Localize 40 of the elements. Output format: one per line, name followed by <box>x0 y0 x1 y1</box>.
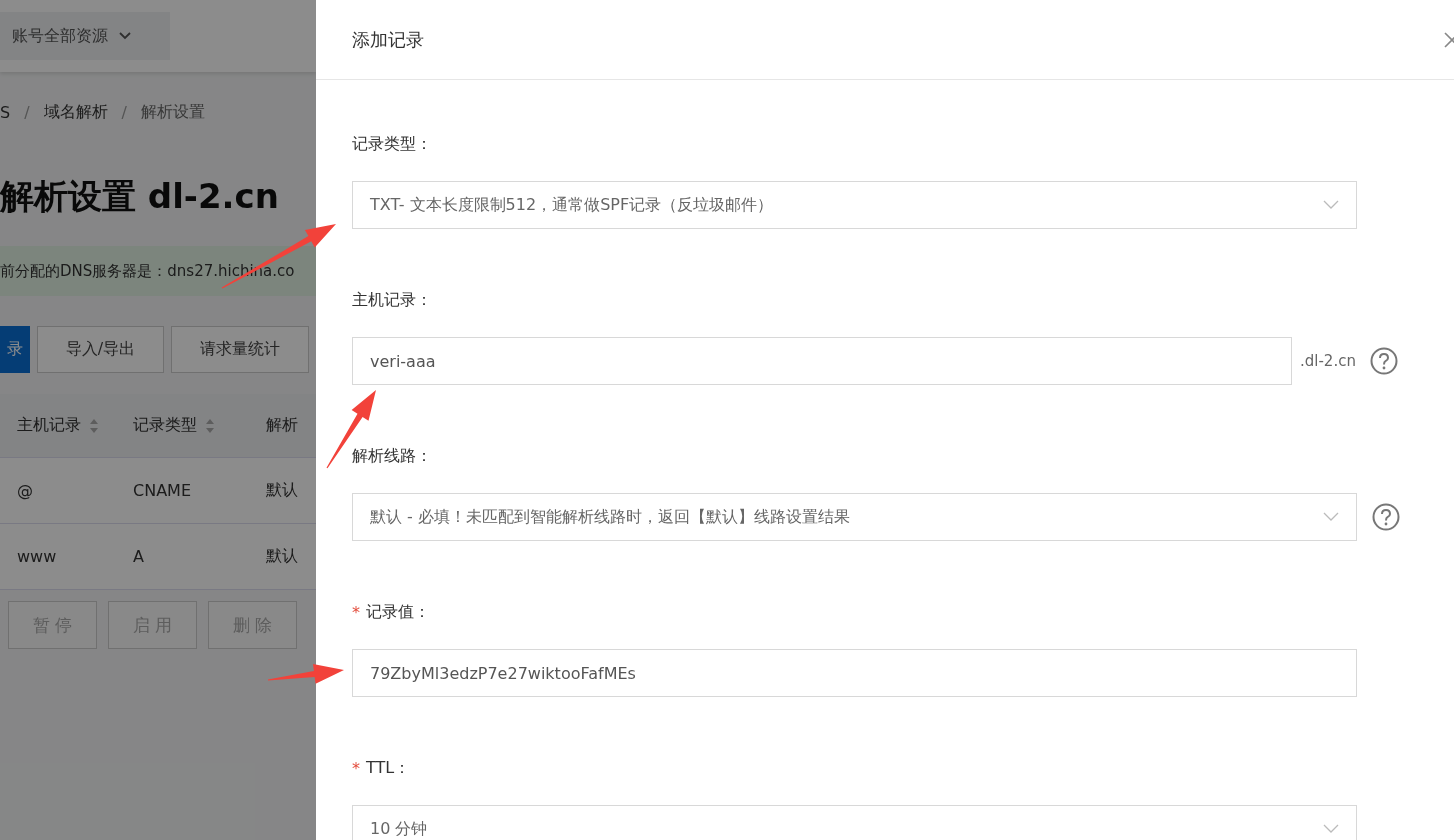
breadcrumb-item[interactable]: S <box>0 102 11 122</box>
table-cell: 默认 <box>266 480 298 499</box>
select-field[interactable]: 默认 - 必填！未匹配到智能解析线路时，返回【默认】线路设置结果 <box>352 493 1357 541</box>
help-icon[interactable] <box>1369 347 1398 375</box>
required-mark: * <box>352 602 360 622</box>
sort-icon[interactable] <box>89 417 99 434</box>
field-label: 记录值： <box>366 601 430 623</box>
toolbar-button[interactable]: 录 <box>0 326 30 373</box>
input-field[interactable]: 79ZbyMl3edzP7e27wiktooFafMEs <box>352 649 1357 697</box>
select-field[interactable]: TXT- 文本长度限制512，通常做SPF记录（反垃圾邮件） <box>352 181 1357 229</box>
toolbar-button[interactable]: 请求量统计 <box>171 326 309 373</box>
field-label: 主机记录： <box>352 289 432 311</box>
sort-icon[interactable] <box>205 417 215 434</box>
breadcrumb-item[interactable]: 域名解析 <box>43 101 108 123</box>
breadcrumb-separator: / <box>24 102 30 122</box>
field-label: 记录类型： <box>352 133 432 155</box>
column-header: 主机记录 <box>17 415 81 436</box>
table-cell: @ <box>17 481 33 500</box>
column-header: 解析 <box>266 415 298 436</box>
chevron-down-icon <box>1323 512 1339 522</box>
domain-suffix: .dl-2.cn <box>1300 352 1356 370</box>
select-field[interactable]: 10 分钟 <box>352 805 1357 840</box>
table-cell: A <box>133 547 144 566</box>
field-label: 解析线路： <box>352 445 432 467</box>
breadcrumb-item[interactable]: 解析设置 <box>140 101 205 123</box>
table-cell: 默认 <box>266 546 298 565</box>
required-mark: * <box>352 758 360 778</box>
scope-dropdown[interactable]: 账号全部资源 <box>0 12 170 60</box>
table-cell: CNAME <box>133 481 191 500</box>
table-cell: www <box>17 547 57 566</box>
breadcrumb-separator: / <box>121 102 127 122</box>
toolbar-button[interactable]: 导入/导出 <box>37 326 164 373</box>
chevron-down-icon <box>118 31 132 41</box>
drawer-title: 添加记录 <box>352 27 424 52</box>
chevron-down-icon <box>1323 200 1339 210</box>
chevron-down-icon <box>1323 824 1339 834</box>
help-icon[interactable] <box>1372 503 1400 531</box>
input-field[interactable]: veri-aaa <box>352 337 1292 385</box>
column-header: 记录类型 <box>133 415 197 436</box>
field-label: TTL： <box>366 757 411 779</box>
